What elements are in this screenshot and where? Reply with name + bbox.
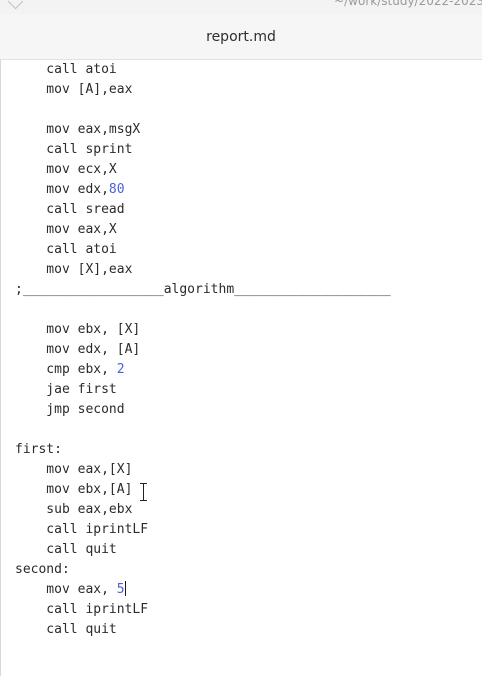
code-line[interactable]: jmp second <box>15 400 391 420</box>
code-line[interactable]: mov ebx, [X] <box>15 320 391 340</box>
code-line[interactable]: mov eax,[X] <box>15 460 391 480</box>
numeric-literal: 2 <box>116 362 125 377</box>
window-title: report.md <box>206 28 276 45</box>
back-arrow-icon <box>7 0 24 10</box>
code-line[interactable]: mov edx, [A] <box>15 340 391 360</box>
code-text: call quit <box>15 622 117 637</box>
text-cursor-ibeam-icon <box>139 483 148 501</box>
text-editor-area[interactable]: call atoi mov [A],eax mov eax,msgX call … <box>0 60 482 676</box>
code-text: mov ecx,X <box>15 162 117 177</box>
code-text: call iprintLF <box>15 602 149 617</box>
code-text: mov eax, <box>15 582 117 597</box>
code-line[interactable]: mov eax,msgX <box>15 120 391 140</box>
code-text: first: <box>15 442 62 457</box>
editor-window: ~/work/study/2022-2023 report.md call at… <box>0 0 482 676</box>
code-line[interactable]: mov ecx,X <box>15 160 391 180</box>
code-line[interactable] <box>15 300 391 320</box>
code-text: jae first <box>15 382 117 397</box>
code-text: call atoi <box>15 242 117 257</box>
code-text: mov edx, [A] <box>15 342 141 357</box>
code-line[interactable]: call atoi <box>15 240 391 260</box>
code-line[interactable]: sub eax,ebx <box>15 500 391 520</box>
code-text: call atoi <box>15 62 117 77</box>
code-line[interactable]: ;__________________algorithm____________… <box>15 280 391 300</box>
code-text: second: <box>15 562 70 577</box>
background-path-text: ~/work/study/2022-2023 <box>334 0 482 8</box>
code-text: call iprintLF <box>15 522 149 537</box>
code-line[interactable]: call atoi <box>15 60 391 80</box>
code-line[interactable]: mov edx,80 <box>15 180 391 200</box>
code-line[interactable]: cmp ebx, 2 <box>15 360 391 380</box>
code-text: ;__________________algorithm____________… <box>15 282 391 297</box>
code-line[interactable]: mov eax,X <box>15 220 391 240</box>
code-line[interactable]: mov ebx,[A] <box>15 480 391 500</box>
code-text: mov eax,[X] <box>15 462 133 477</box>
code-line[interactable]: call sread <box>15 200 391 220</box>
code-text: jmp second <box>15 402 125 417</box>
code-text: mov eax,msgX <box>15 122 141 137</box>
numeric-literal: 5 <box>116 582 125 597</box>
background-window-strip: ~/work/study/2022-2023 <box>0 0 482 14</box>
code-text: mov ebx,[A] <box>15 482 133 497</box>
code-line[interactable]: call quit <box>15 620 391 640</box>
code-text: mov [X],eax <box>15 262 133 277</box>
code-text: call sread <box>15 202 125 217</box>
code-line[interactable]: call iprintLF <box>15 520 391 540</box>
code-line[interactable]: call sprint <box>15 140 391 160</box>
code-line[interactable] <box>15 100 391 120</box>
title-bar[interactable]: report.md <box>0 14 482 60</box>
text-caret <box>124 581 126 596</box>
numeric-literal: 80 <box>108 182 125 197</box>
code-text: sub eax,ebx <box>15 502 133 517</box>
code-line[interactable]: mov [A],eax <box>15 80 391 100</box>
code-text: cmp ebx, <box>15 362 117 377</box>
code-line[interactable]: mov [X],eax <box>15 260 391 280</box>
code-line[interactable]: call iprintLF <box>15 600 391 620</box>
code-text: call quit <box>15 542 117 557</box>
code-text: mov eax,X <box>15 222 117 237</box>
code-line[interactable]: second: <box>15 560 391 580</box>
code-lines[interactable]: call atoi mov [A],eax mov eax,msgX call … <box>15 60 391 640</box>
code-text: mov [A],eax <box>15 82 133 97</box>
code-line[interactable]: first: <box>15 440 391 460</box>
code-line[interactable]: mov eax, 5 <box>15 580 391 600</box>
code-text: mov ebx, [X] <box>15 322 141 337</box>
code-text: mov edx, <box>15 182 109 197</box>
code-text: call sprint <box>15 142 133 157</box>
code-line[interactable] <box>15 420 391 440</box>
code-line[interactable]: jae first <box>15 380 391 400</box>
code-line[interactable]: call quit <box>15 540 391 560</box>
